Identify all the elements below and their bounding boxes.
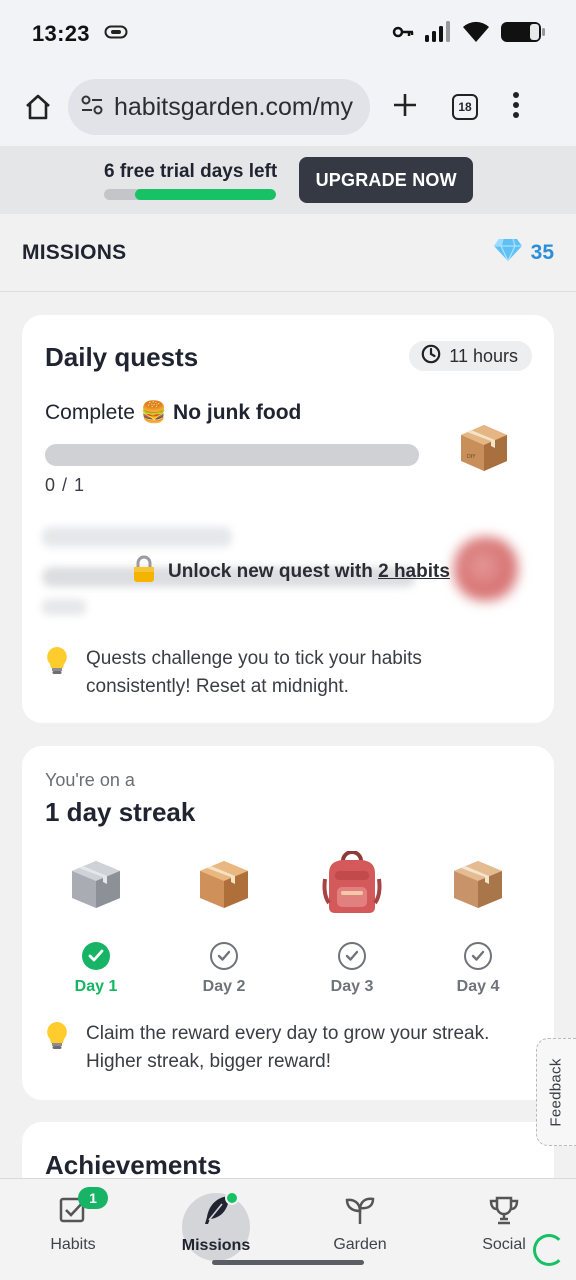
lightbulb-icon <box>44 1020 70 1076</box>
quest-progress-bar <box>45 444 419 466</box>
gem-count: 35 <box>530 240 554 264</box>
signal-icon <box>424 20 452 48</box>
quest-timer: 11 hours <box>409 341 532 371</box>
missions-notification-dot <box>225 1191 239 1205</box>
nav-label: Garden <box>333 1235 387 1253</box>
grey-box-icon <box>68 848 124 920</box>
browser-toolbar: habitsgarden.com/my 18 <box>0 68 576 146</box>
checkmark-outline-icon <box>338 942 366 970</box>
streak-card: You're on a 1 day streak Day 1 Day 2 Day… <box>22 746 554 1100</box>
streak-day-4[interactable]: Day 4 <box>428 848 528 996</box>
streak-tip-text: Claim the reward every day to grow your … <box>86 1023 490 1072</box>
achievements-title: Achievements <box>45 1150 222 1180</box>
day-label: Day 3 <box>330 978 374 995</box>
daily-quests-card: Daily quests 11 hours Complete 🍔 No junk… <box>22 315 554 723</box>
diamond-icon <box>493 238 523 267</box>
unlock-text: Unlock new quest with <box>168 561 373 582</box>
loading-spinner-icon <box>533 1234 565 1266</box>
checkmark-icon <box>82 942 110 970</box>
trial-days-text: 6 free trial days left <box>104 160 278 182</box>
nav-label: Habits <box>50 1235 96 1253</box>
quest-progress-text: 0 / 1 <box>45 475 86 495</box>
locked-quest: Unlock new quest with 2 habits <box>22 515 554 625</box>
nav-item-missions[interactable]: Missions <box>161 1179 271 1269</box>
trial-banner: 6 free trial days left UPGRADE NOW <box>0 146 576 214</box>
box-icon <box>450 848 506 920</box>
url-text[interactable]: habitsgarden.com/my <box>114 93 353 122</box>
streak-days: Day 1 Day 2 Day 3 Day 4 <box>22 848 554 998</box>
trophy-icon <box>488 1195 520 1230</box>
wifi-icon <box>462 21 490 48</box>
upgrade-now-button[interactable]: UPGRADE NOW <box>299 157 474 203</box>
day-label: Day 4 <box>456 978 500 995</box>
quests-tip: Quests challenge you to tick your habits… <box>44 645 466 701</box>
tab-switcher-button[interactable]: 18 <box>452 94 478 120</box>
cast-icon <box>104 24 128 45</box>
status-time: 13:23 <box>32 21 90 46</box>
sprout-icon <box>344 1195 376 1230</box>
url-bar[interactable]: habitsgarden.com/my <box>68 79 370 135</box>
battery-icon <box>500 20 546 49</box>
unlock-habits-link[interactable]: 2 habits <box>378 561 450 582</box>
checkmark-outline-icon <box>464 942 492 970</box>
timer-text: 11 hours <box>449 345 518 366</box>
new-tab-icon[interactable] <box>392 92 418 123</box>
daily-quests-title: Daily quests <box>45 342 199 372</box>
nav-item-habits[interactable]: Habits 1 <box>18 1179 128 1269</box>
day-label: Day 1 <box>74 978 118 995</box>
nav-label: Social <box>482 1235 526 1253</box>
feedback-tab[interactable]: Feedback <box>536 1038 576 1146</box>
lock-icon <box>132 555 156 589</box>
streak-day-3[interactable]: Day 3 <box>302 848 402 996</box>
clock-icon <box>421 344 441 369</box>
blurred-quest-text <box>42 527 232 547</box>
nav-item-garden[interactable]: Garden <box>305 1179 415 1269</box>
quest-item[interactable]: Complete 🍔 No junk food <box>45 401 301 425</box>
burger-icon: 🍔 <box>140 401 168 424</box>
site-settings-icon[interactable] <box>80 94 104 121</box>
gesture-bar[interactable] <box>212 1260 364 1265</box>
page-title: MISSIONS <box>22 240 127 264</box>
more-menu-icon[interactable] <box>512 91 520 123</box>
key-icon <box>392 25 414 44</box>
box-icon <box>196 848 252 920</box>
lightbulb-icon <box>44 645 70 701</box>
page-header: MISSIONS 35 <box>0 214 576 292</box>
svg-text:DIY: DIY <box>467 454 476 460</box>
checkmark-outline-icon <box>210 942 238 970</box>
streak-day-1[interactable]: Day 1 <box>46 848 146 996</box>
quest-name: No junk food <box>173 401 302 424</box>
trial-progress-bar <box>104 188 276 200</box>
quests-tip-text: Quests challenge you to tick your habits… <box>86 648 422 697</box>
unlock-quest-message[interactable]: Unlock new quest with 2 habits <box>132 555 450 589</box>
streak-tip: Claim the reward every day to grow your … <box>44 1020 516 1076</box>
nav-label: Missions <box>181 1236 251 1254</box>
blurred-quest-progress <box>42 599 86 615</box>
trial-progress-fill <box>134 188 276 200</box>
blurred-reward-icon <box>454 537 518 601</box>
quest-prefix: Complete <box>45 401 135 424</box>
reward-box-icon[interactable]: DIY <box>457 421 511 480</box>
streak-day-2[interactable]: Day 2 <box>174 848 274 996</box>
streak-title: 1 day streak <box>45 797 196 827</box>
status-bar: 13:23 <box>0 0 576 68</box>
habits-badge: 1 <box>78 1187 108 1209</box>
day-label: Day 2 <box>202 978 246 995</box>
streak-subtitle: You're on a <box>45 770 135 790</box>
home-icon[interactable] <box>16 85 60 129</box>
feedback-label: Feedback <box>548 1057 565 1127</box>
backpack-icon <box>321 848 383 920</box>
gems-counter[interactable]: 35 <box>493 238 554 267</box>
